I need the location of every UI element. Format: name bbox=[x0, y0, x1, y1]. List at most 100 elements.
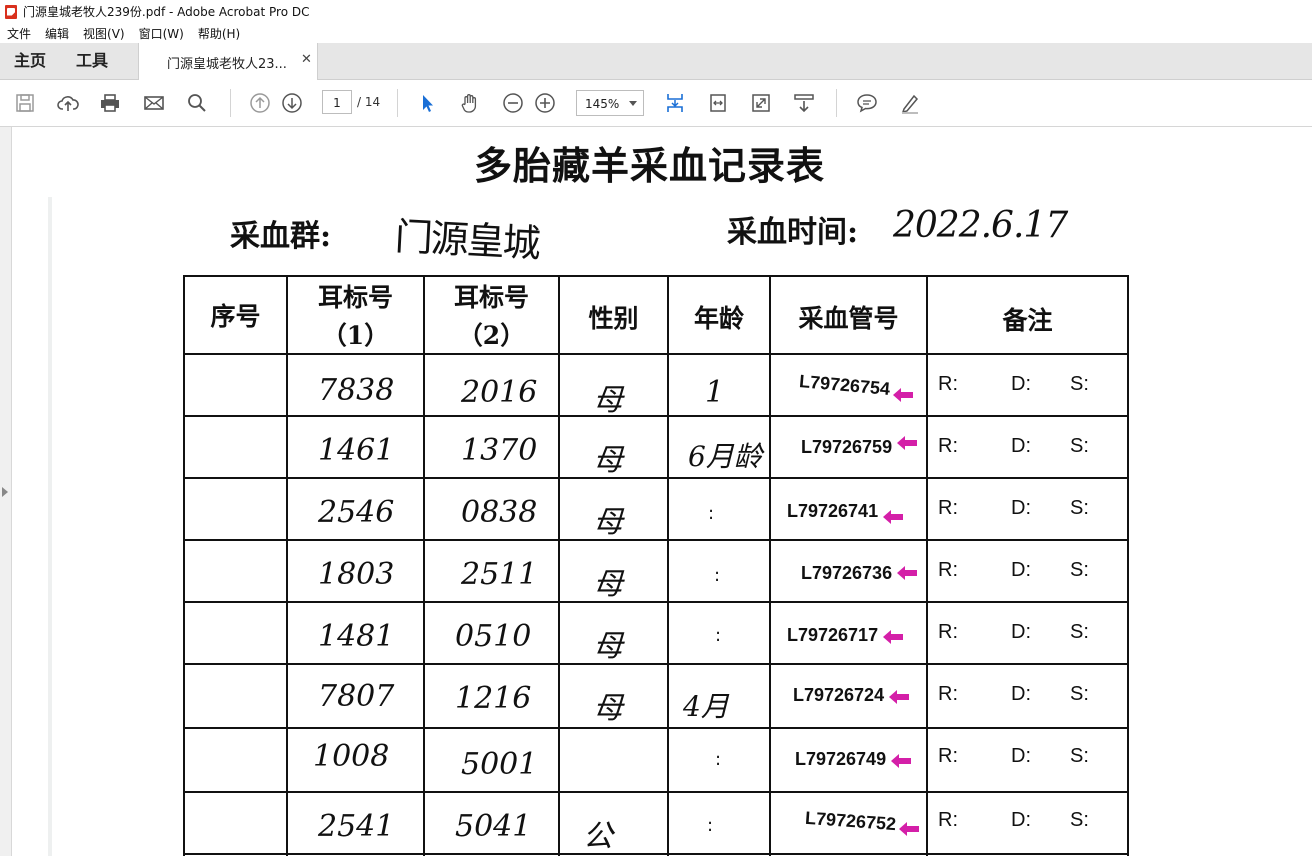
note-r: R: bbox=[938, 497, 958, 519]
pink-flag-icon bbox=[897, 435, 917, 450]
hand-tool-icon[interactable] bbox=[457, 90, 483, 116]
table-rule bbox=[423, 275, 425, 856]
tab-tools[interactable]: 工具 bbox=[76, 43, 108, 79]
zoom-in-icon[interactable] bbox=[532, 90, 558, 116]
ear1-cell: 1481 bbox=[318, 619, 395, 654]
upload-cloud-icon[interactable] bbox=[55, 90, 81, 116]
table-rule bbox=[286, 275, 288, 856]
download-icon[interactable] bbox=[791, 90, 817, 116]
menu-view[interactable]: 视图(V) bbox=[76, 25, 132, 42]
ear2-cell: 2511 bbox=[461, 557, 538, 592]
header-ear1-line1: 耳标号 bbox=[317, 283, 393, 312]
left-panel-toggle[interactable] bbox=[0, 127, 12, 856]
table-rule bbox=[1127, 275, 1129, 856]
next-page-icon[interactable] bbox=[279, 90, 305, 116]
table-rule bbox=[926, 275, 928, 856]
header-ear2-line2: （2） bbox=[457, 321, 526, 350]
ear1-cell: 1461 bbox=[318, 433, 395, 468]
table-rule bbox=[183, 663, 1129, 665]
table-rule bbox=[183, 539, 1129, 541]
menu-help[interactable]: 帮助(H) bbox=[191, 25, 247, 42]
table-rule bbox=[558, 275, 560, 856]
toolbar: 1 / 14 145% bbox=[0, 80, 1312, 127]
ear2-cell: 2016 bbox=[461, 375, 538, 410]
previous-page-icon[interactable] bbox=[247, 90, 273, 116]
note-d: D: bbox=[1011, 373, 1031, 395]
page-total: / 14 bbox=[357, 95, 381, 109]
note-d: D: bbox=[1011, 435, 1031, 457]
ear1-cell: 7838 bbox=[318, 373, 395, 408]
toolbar-divider bbox=[230, 89, 231, 117]
zoom-out-icon[interactable] bbox=[500, 90, 526, 116]
sex-cell: 母 bbox=[593, 443, 623, 478]
pink-flag-icon bbox=[897, 565, 917, 580]
header-ear2: 耳标号 （2） bbox=[425, 279, 558, 355]
ear1-cell: 2541 bbox=[318, 809, 395, 844]
ear2-cell: 1216 bbox=[455, 681, 532, 716]
age-cell: 1 bbox=[705, 375, 725, 410]
pink-flag-icon bbox=[883, 629, 903, 644]
pink-flag-icon bbox=[891, 753, 911, 768]
note-s: S: bbox=[1070, 745, 1089, 767]
sex-cell: 母 bbox=[593, 383, 623, 418]
pink-flag-icon bbox=[893, 387, 913, 402]
print-icon[interactable] bbox=[97, 90, 123, 116]
age-cell: : bbox=[714, 565, 721, 586]
header-seq: 序号 bbox=[210, 302, 261, 331]
fit-width-icon[interactable] bbox=[705, 90, 731, 116]
table-rule bbox=[183, 853, 1129, 855]
page-number-input[interactable]: 1 bbox=[322, 90, 352, 114]
header-ear1-line2: （1） bbox=[321, 321, 390, 350]
tube-number: L79726752 bbox=[804, 807, 897, 835]
tube-number: L79726759 bbox=[801, 437, 893, 457]
table-rule bbox=[769, 275, 771, 856]
note-r: R: bbox=[938, 559, 958, 581]
sex-cell: 母 bbox=[593, 691, 623, 726]
note-s: S: bbox=[1070, 683, 1089, 705]
tab-document[interactable]: 门源皇城老牧人23... ✕ bbox=[138, 43, 318, 80]
ear2-cell: 0838 bbox=[461, 495, 538, 530]
comment-icon[interactable] bbox=[854, 90, 880, 116]
select-cursor-icon[interactable] bbox=[414, 90, 440, 116]
table-rule bbox=[183, 601, 1129, 603]
email-icon[interactable] bbox=[141, 90, 167, 116]
menu-edit[interactable]: 编辑 bbox=[38, 25, 76, 42]
age-cell: : bbox=[708, 503, 715, 524]
header-tube: 采血管号 bbox=[798, 304, 899, 333]
full-screen-icon[interactable] bbox=[748, 90, 774, 116]
menu-file[interactable]: 文件 bbox=[0, 25, 38, 42]
save-icon[interactable] bbox=[12, 90, 38, 116]
ear2-cell: 5041 bbox=[455, 809, 532, 844]
note-d: D: bbox=[1011, 745, 1031, 767]
search-icon[interactable] bbox=[184, 90, 210, 116]
ear1-cell: 1803 bbox=[318, 557, 395, 592]
sex-cell: 母 bbox=[593, 629, 623, 664]
ear2-cell: 5001 bbox=[461, 747, 538, 782]
header-ear2-line1: 耳标号 bbox=[453, 283, 529, 312]
time-label: 采血时间: bbox=[727, 215, 859, 250]
zoom-dropdown[interactable]: 145% bbox=[576, 90, 644, 116]
note-d: D: bbox=[1011, 683, 1031, 705]
close-icon[interactable]: ✕ bbox=[301, 52, 312, 67]
ear2-cell: 0510 bbox=[455, 619, 532, 654]
pink-flag-icon bbox=[883, 509, 903, 524]
menu-window[interactable]: 窗口(W) bbox=[132, 25, 191, 42]
table-rule bbox=[183, 477, 1129, 479]
pink-flag-icon bbox=[889, 689, 909, 704]
note-r: R: bbox=[938, 435, 958, 457]
toolbar-divider bbox=[836, 89, 837, 117]
window-title: 门源皇城老牧人239份.pdf - Adobe Acrobat Pro DC bbox=[23, 5, 310, 19]
header-age: 年龄 bbox=[693, 304, 744, 333]
time-value: 2022.6.17 bbox=[893, 205, 1068, 246]
expand-panel-icon[interactable] bbox=[2, 487, 8, 497]
scan-edge bbox=[48, 197, 52, 856]
table-rule bbox=[183, 727, 1129, 729]
tab-home[interactable]: 主页 bbox=[14, 43, 46, 79]
document-tab-label: 门源皇城老牧人23... bbox=[167, 57, 287, 72]
sex-cell: 公 bbox=[583, 819, 613, 854]
document-viewer[interactable]: 多胎藏羊采血记录表 采血群: 门源皇城 采血时间: 2022.6.17 序号 耳… bbox=[0, 127, 1312, 856]
highlight-pen-icon[interactable] bbox=[897, 90, 923, 116]
chevron-down-icon bbox=[629, 101, 637, 106]
fit-page-scroll-icon[interactable] bbox=[662, 90, 688, 116]
tube-number: L79726754 bbox=[798, 371, 891, 399]
